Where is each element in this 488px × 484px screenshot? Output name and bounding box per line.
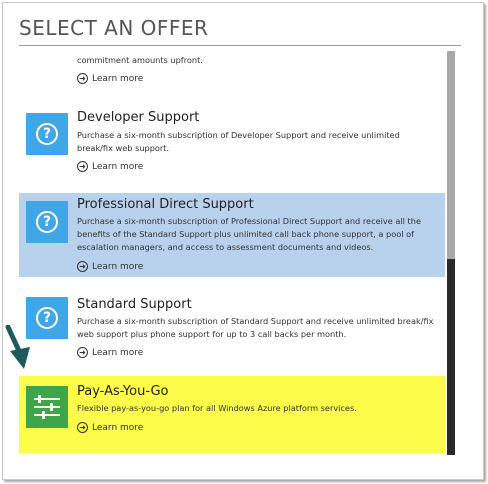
offer-description: Purchase a six-month subscription of Dev… — [77, 130, 400, 153]
arrow-right-circle-icon: ➜ — [77, 422, 88, 433]
offer-list: commitment amounts upfront. ➜ Learn more… — [19, 47, 445, 453]
offer-name: Standard Support — [77, 297, 192, 312]
learn-more-link[interactable]: ➜ Learn more — [77, 261, 143, 272]
offer-item-developer-support[interactable]: ? Developer Support Purchase a six-month… — [19, 101, 445, 183]
learn-more-link[interactable]: ➜ Learn more — [77, 347, 143, 358]
offer-item-pay-as-you-go[interactable]: Pay-As-You-Go Flexible pay-as-you-go pla… — [19, 376, 445, 453]
page-title: SELECT AN OFFER — [19, 16, 209, 40]
arrow-right-circle-icon: ➜ — [77, 73, 88, 84]
offer-name: Developer Support — [77, 110, 200, 125]
offer-description: Purchase a six-month subscription of Sta… — [77, 316, 434, 339]
offer-description: Purchase a six-month subscription of Pro… — [77, 216, 421, 252]
offer-name: Pay-As-You-Go — [77, 384, 169, 399]
question-icon: ? — [26, 113, 68, 155]
sliders-icon — [26, 386, 68, 428]
scrollbar-thumb[interactable] — [447, 51, 455, 259]
offer-description: commitment amounts upfront. — [77, 55, 203, 65]
offer-description: Flexible pay-as-you-go plan for all Wind… — [77, 403, 357, 413]
offer-item-standard-support[interactable]: ? Standard Support Purchase a six-month … — [19, 291, 445, 365]
arrow-right-circle-icon: ➜ — [77, 161, 88, 172]
annotation-arrow-icon — [5, 325, 30, 369]
question-icon: ? — [26, 201, 68, 243]
offer-dialog: SELECT AN OFFER commitment amounts upfro… — [2, 2, 484, 480]
arrow-right-circle-icon: ➜ — [77, 347, 88, 358]
title-divider — [19, 45, 461, 46]
offer-item-professional-direct-support[interactable]: ? Professional Direct Support Purchase a… — [19, 193, 445, 277]
learn-more-link[interactable]: ➜ Learn more — [77, 161, 143, 172]
offer-item-partial[interactable]: commitment amounts upfront. ➜ Learn more — [19, 47, 445, 95]
learn-more-link[interactable]: ➜ Learn more — [77, 73, 143, 84]
learn-more-link[interactable]: ➜ Learn more — [77, 422, 143, 433]
arrow-right-circle-icon: ➜ — [77, 261, 88, 272]
offer-name: Professional Direct Support — [77, 197, 254, 212]
